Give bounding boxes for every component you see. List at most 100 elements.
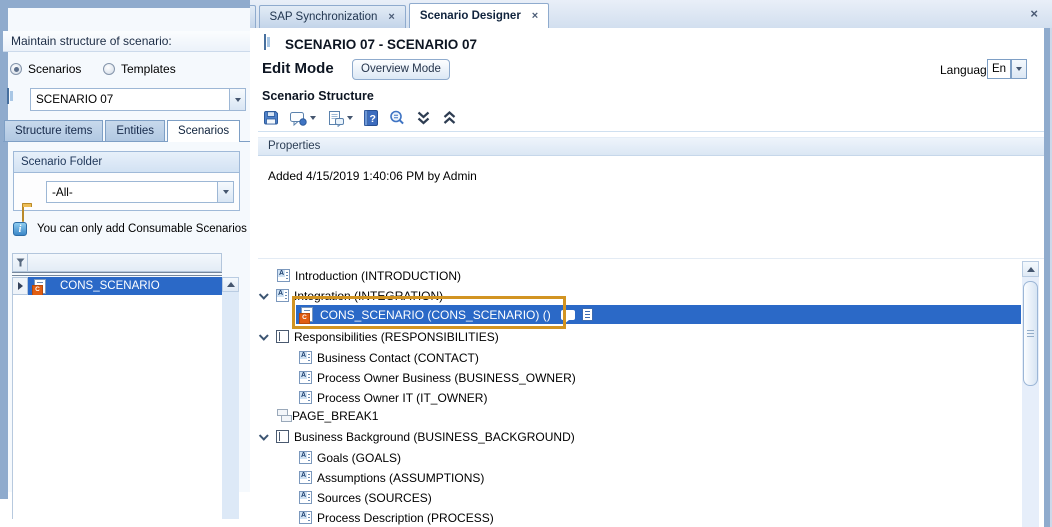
magnifier-icon (388, 109, 406, 127)
text-item-icon (299, 511, 312, 524)
tree-item-label: Process Owner IT (IT_OWNER) (317, 391, 487, 405)
document-comment-icon (327, 110, 345, 127)
grid-scroll-up-button[interactable] (222, 277, 239, 292)
comment-bubble-icon (289, 110, 308, 127)
scenario-folder-header: Scenario Folder (14, 152, 239, 173)
folder-combobox-value: -All- (47, 186, 217, 199)
grid-body (12, 295, 222, 519)
collapse-all-icon (441, 110, 458, 126)
tree-item-process-owner-business[interactable]: Process Owner Business (BUSINESS_OWNER) (299, 368, 576, 387)
text-item-icon (299, 471, 312, 484)
tree-item-introduction[interactable]: Introduction (INTRODUCTION) (277, 266, 461, 285)
tree-item-label: Process Owner Business (BUSINESS_OWNER) (317, 371, 576, 385)
chevron-down-icon (347, 116, 353, 120)
expand-chevron-icon[interactable] (259, 431, 269, 441)
tab-scenario-designer[interactable]: Scenario Designer × (409, 3, 549, 28)
tree-item-label: Business Background (BUSINESS_BACKGROUND… (294, 430, 575, 444)
text-item-icon (299, 451, 312, 464)
tree-item-process-description[interactable]: Process Description (PROCESS) (299, 508, 494, 527)
tree-item-goals[interactable]: Goals (GOALS) (299, 448, 401, 467)
chevron-down-icon (310, 116, 316, 120)
scenario-combobox[interactable]: SCENARIO 07 (30, 88, 246, 111)
text-item-icon (299, 491, 312, 504)
grid-filter-button[interactable] (12, 253, 28, 272)
close-icon[interactable]: × (532, 11, 538, 22)
page-title: SCENARIO 07 - SCENARIO 07 (285, 37, 477, 52)
tree-item-label: Integration (INTEGRATION) (294, 289, 443, 303)
info-icon: i (13, 222, 27, 236)
dropdown-button[interactable] (229, 89, 245, 110)
grid-column-header[interactable] (27, 253, 222, 272)
left-subtab-bar: Structure items Entities Scenarios (3, 120, 240, 142)
subtab-structure-items[interactable]: Structure items (4, 120, 103, 141)
scenario-list-icon (7, 88, 9, 104)
section-icon (276, 330, 289, 343)
scenario-folder-groupbox: Scenario Folder -All- (13, 151, 240, 211)
chevron-down-icon (235, 98, 241, 102)
language-dropdown-button[interactable] (1011, 59, 1027, 79)
grid-row-cons-scenario[interactable]: CONS_SCENARIO (28, 277, 222, 295)
radio-scenarios[interactable]: Scenarios (10, 62, 81, 76)
text-item-icon (276, 289, 289, 302)
expand-chevron-icon[interactable] (259, 290, 269, 300)
document-icon[interactable] (582, 308, 593, 321)
language-label: Language (940, 63, 993, 77)
tree-item-label: Introduction (INTRODUCTION) (295, 269, 461, 283)
radio-unselected-icon (103, 63, 115, 75)
svg-text:?: ? (369, 113, 375, 125)
section-icon (276, 430, 289, 443)
language-combobox[interactable]: En (987, 59, 1011, 79)
text-item-icon (299, 371, 312, 384)
window-close-icon[interactable]: × (1030, 7, 1038, 20)
arrow-up-icon (227, 282, 235, 287)
comments-button[interactable] (286, 108, 319, 128)
folder-combobox[interactable]: -All- (46, 181, 234, 203)
subtab-entities[interactable]: Entities (105, 120, 165, 141)
page-break-icon (277, 409, 291, 422)
left-panel-header: Maintain structure of scenario: (3, 31, 250, 52)
close-icon[interactable]: × (388, 12, 394, 23)
tree-item-label: Sources (SOURCES) (317, 491, 432, 505)
subtab-scenarios[interactable]: Scenarios (167, 120, 240, 142)
grid-row-label: CONS_SCENARIO (60, 280, 160, 292)
tree-item-responsibilities[interactable]: Responsibilities (RESPONSIBILITIES) (261, 327, 499, 346)
tree-item-label: PAGE_BREAK1 (292, 409, 378, 423)
dropdown-button[interactable] (217, 182, 233, 202)
panel-splitter[interactable] (0, 0, 8, 499)
save-button[interactable] (261, 108, 281, 128)
tree-top-divider (258, 258, 1044, 259)
left-panel-bottom-border (0, 0, 250, 8)
preview-button[interactable] (387, 108, 407, 128)
tree-item-assumptions[interactable]: Assumptions (ASSUMPTIONS) (299, 468, 484, 487)
scenario-title-icon (264, 34, 266, 50)
grid-scrollbar-track[interactable] (222, 277, 239, 519)
tree-item-business-background[interactable]: Business Background (BUSINESS_BACKGROUND… (261, 427, 575, 446)
chevron-down-icon (1016, 67, 1022, 71)
grid-header-divider (12, 272, 222, 276)
tree-item-label: Business Contact (CONTACT) (317, 351, 479, 365)
consumable-scenario-icon (301, 307, 313, 322)
tree-scroll-up-button[interactable] (1022, 261, 1039, 277)
radio-templates[interactable]: Templates (103, 62, 176, 76)
expand-chevron-icon[interactable] (259, 331, 269, 341)
tree-item-business-contact[interactable]: Business Contact (CONTACT) (299, 348, 479, 367)
collapse-all-button[interactable] (439, 108, 459, 128)
radio-selected-icon (10, 63, 22, 75)
edit-mode-label: Edit Mode (262, 60, 334, 77)
text-item-icon (299, 351, 312, 364)
help-button[interactable]: ? (361, 108, 381, 128)
tab-sap-synchronization[interactable]: SAP Synchronization × (259, 5, 406, 28)
tree-item-sources[interactable]: Sources (SOURCES) (299, 488, 432, 507)
tree-item-integration[interactable]: Integration (INTEGRATION) (261, 286, 443, 305)
tree-item-label: Responsibilities (RESPONSIBILITIES) (294, 330, 499, 344)
tree-item-cons-scenario[interactable]: CONS_SCENARIO (CONS_SCENARIO) () (296, 305, 1021, 324)
overview-mode-button[interactable]: Overview Mode (352, 59, 450, 80)
properties-header: Properties (258, 137, 1044, 156)
tree-item-page-break[interactable]: PAGE_BREAK1 (277, 406, 378, 425)
tree-scrollbar-thumb[interactable] (1023, 281, 1038, 386)
text-item-icon (277, 269, 290, 282)
tree-item-process-owner-it[interactable]: Process Owner IT (IT_OWNER) (299, 388, 487, 407)
expand-all-button[interactable] (413, 108, 433, 128)
document-comment-button[interactable] (324, 108, 356, 128)
comment-icon[interactable] (561, 310, 575, 320)
